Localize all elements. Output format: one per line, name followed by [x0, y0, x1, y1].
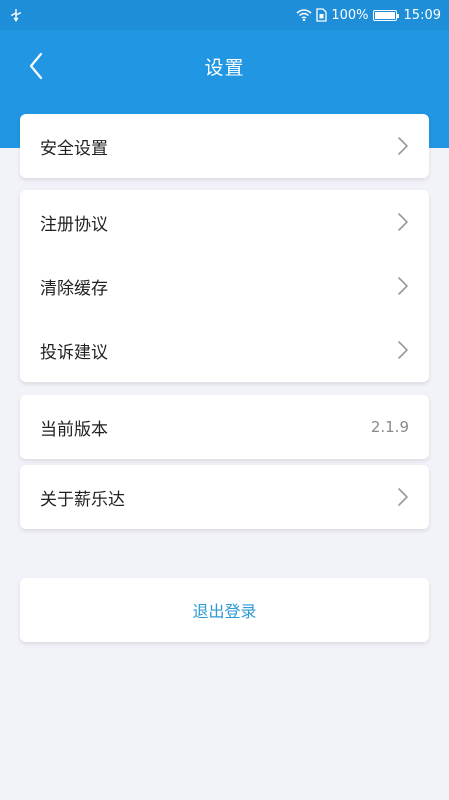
security-card: 安全设置: [20, 114, 429, 178]
security-settings-label: 安全设置: [40, 138, 108, 159]
current-version-value: 2.1.9: [370, 418, 409, 436]
page-title: 设置: [204, 56, 245, 79]
nav-bar: 设置: [0, 30, 449, 102]
feedback-row[interactable]: 投诉建议: [20, 318, 429, 382]
battery-icon: [372, 9, 399, 21]
sim-icon: [316, 8, 328, 22]
general-card: 注册协议 清除缓存 投诉建议: [20, 190, 429, 382]
current-version-label: 当前版本: [40, 419, 108, 440]
status-left: [10, 8, 22, 22]
chevron-right-icon: [398, 213, 408, 231]
security-settings-row[interactable]: 安全设置: [20, 114, 429, 178]
battery-percent: 100%: [331, 7, 369, 23]
chevron-right-icon: [398, 341, 408, 359]
wifi-icon: [296, 9, 312, 22]
feedback-label: 投诉建议: [40, 342, 108, 363]
about-row[interactable]: 关于薪乐达: [20, 465, 429, 529]
status-bar: 100% 15:09: [0, 0, 449, 30]
clear-cache-row[interactable]: 清除缓存: [20, 254, 429, 318]
about-card: 关于薪乐达: [20, 465, 429, 529]
clear-cache-label: 清除缓存: [40, 278, 108, 299]
status-right: 100% 15:09: [296, 8, 441, 23]
version-card: 当前版本 2.1.9: [20, 395, 429, 459]
status-time: 15:09: [403, 7, 441, 23]
chevron-right-icon: [398, 488, 408, 506]
usb-icon: [11, 9, 21, 22]
registration-agreement-label: 注册协议: [40, 214, 108, 235]
back-button[interactable]: [18, 46, 54, 86]
about-label: 关于薪乐达: [40, 489, 125, 510]
registration-agreement-row[interactable]: 注册协议: [20, 190, 429, 254]
logout-label: 退出登录: [192, 602, 257, 621]
logout-card: 退出登录: [20, 578, 429, 642]
current-version-row: 当前版本 2.1.9: [20, 395, 429, 459]
chevron-left-icon: [29, 52, 43, 80]
logout-button[interactable]: 退出登录: [20, 578, 429, 642]
chevron-right-icon: [398, 277, 408, 295]
chevron-right-icon: [398, 137, 408, 155]
